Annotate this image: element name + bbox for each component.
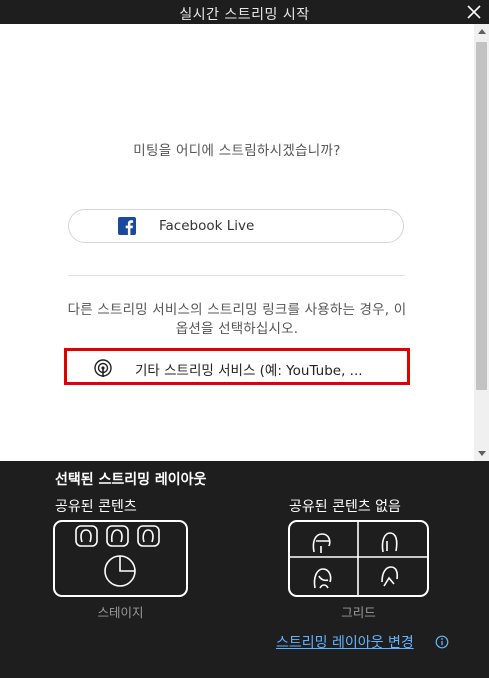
divider xyxy=(68,275,405,276)
window-title: 실시간 스트리밍 시작 xyxy=(179,7,310,23)
stage-layout-icon xyxy=(75,525,160,587)
layout-heading: 선택된 스트리밍 레이아웃 xyxy=(55,472,207,488)
streaming-layout-panel: 선택된 스트리밍 레이아웃 공유된 콘텐츠 공유된 콘텐츠 없음 스테이지 그리… xyxy=(0,461,489,678)
scroll-down-arrow-icon[interactable] xyxy=(478,451,486,456)
info-icon[interactable] xyxy=(435,635,449,649)
facebook-icon xyxy=(118,217,136,235)
close-icon[interactable] xyxy=(465,3,483,21)
other-streaming-service-button[interactable]: 기타 스트리밍 서비스 (예: YouTube, ... xyxy=(64,348,410,385)
stream-destination-panel: 미팅을 어디에 스트림하시겠습니까? Facebook Live 다른 스트리밍… xyxy=(0,24,474,461)
change-layout-link[interactable]: 스트리밍 레이아웃 변경 xyxy=(276,632,414,652)
stage-caption: 스테이지 xyxy=(97,605,144,620)
scrollbar-thumb[interactable] xyxy=(476,42,487,390)
title-bar: 실시간 스트리밍 시작 xyxy=(0,0,489,24)
grid-caption: 그리드 xyxy=(341,605,376,620)
no-shared-content-title: 공유된 콘텐츠 없음 xyxy=(289,499,401,515)
facebook-live-label: Facebook Live xyxy=(159,218,255,234)
shared-content-title: 공유된 콘텐츠 xyxy=(55,499,137,515)
vertical-scrollbar[interactable] xyxy=(474,24,489,461)
grid-layout-icon xyxy=(290,522,427,595)
other-streaming-label: 기타 스트리밍 서비스 (예: YouTube, ... xyxy=(135,363,363,379)
stream-question: 미팅을 어디에 스트림하시겠습니까? xyxy=(133,143,341,159)
grid-layout-thumbnail[interactable] xyxy=(288,520,429,597)
other-service-description: 다른 스트리밍 서비스의 스트리밍 링크를 사용하는 경우, 이 옵션을 선택하… xyxy=(67,302,407,337)
facebook-live-button[interactable]: Facebook Live xyxy=(68,209,404,243)
scroll-up-arrow-icon[interactable] xyxy=(478,29,486,34)
stage-layout-thumbnail[interactable] xyxy=(53,520,188,597)
streaming-icon xyxy=(94,359,112,377)
